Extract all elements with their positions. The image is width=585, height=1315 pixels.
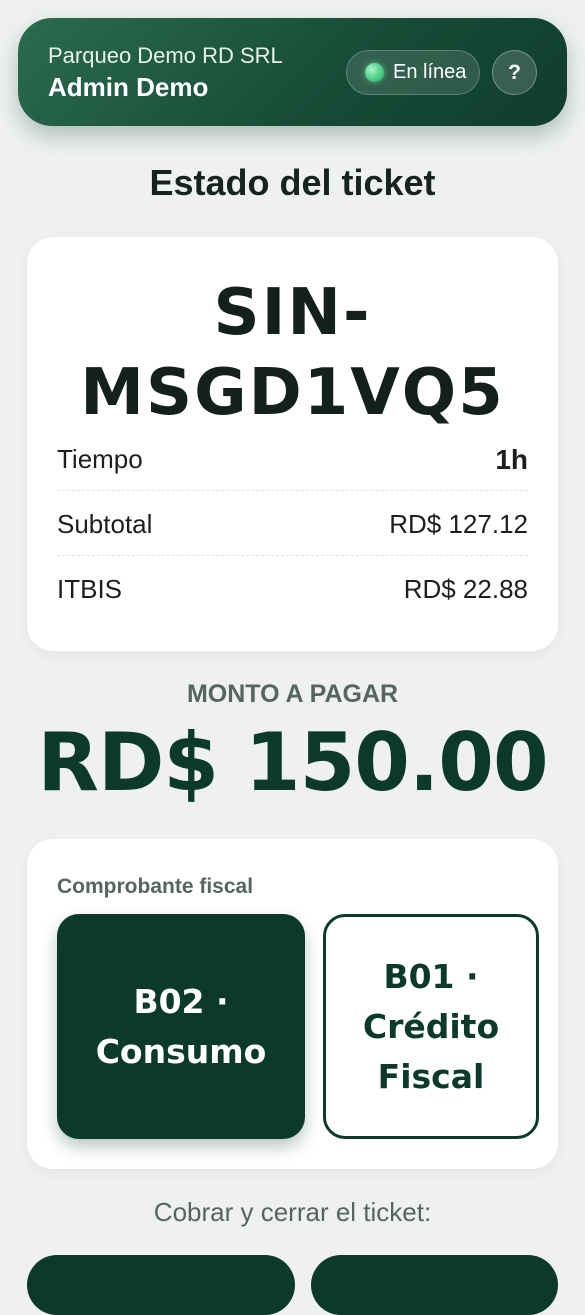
payment-method-button[interactable] [27,1255,295,1315]
ticket-row-itbis: ITBIS RD$ 22.88 [57,558,528,620]
row-label: ITBIS [57,573,123,604]
row-value: RD$ 22.88 [403,573,528,604]
fiscal-option-b02-consumo[interactable]: B02 · Consumo [57,914,305,1139]
amount-label: MONTO A PAGAR [186,680,399,708]
ticket-card: SIN- MSGD1VQ5 Tiempo 1h Subtotal RD$ 127… [27,237,558,651]
fiscal-option-text: B01 · Crédito Fiscal [363,952,499,1102]
row-value: 1h [495,443,528,475]
collect-label: Cobrar y cerrar el ticket: [153,1197,432,1227]
ticket-row-subtotal: Subtotal RD$ 127.12 [57,494,528,556]
fiscal-receipt-card: Comprobante fiscal B02 · Consumo B01 · C… [27,839,558,1169]
fiscal-option-b01-credito-fiscal[interactable]: B01 · Crédito Fiscal [323,914,539,1139]
connection-status-label: En línea [393,61,467,83]
user-name: Admin Demo [48,72,209,102]
fiscal-option-text: B02 · Consumo [96,977,267,1077]
option-line: B02 · [133,981,229,1021]
fiscal-receipt-label: Comprobante fiscal [57,875,254,898]
option-line: B01 · [383,956,479,996]
online-dot-icon [365,63,384,82]
option-line: Fiscal [377,1056,485,1096]
ticket-code-line2: MSGD1VQ5 [80,356,505,430]
ticket-code-line1: SIN- [213,276,372,350]
ticket-code: SIN- MSGD1VQ5 [47,273,538,433]
row-label: Tiempo [57,444,143,474]
ticket-row-time: Tiempo 1h [57,429,528,491]
connection-status-badge: En línea [346,50,480,95]
payment-method-button[interactable] [311,1255,558,1315]
help-button[interactable]: ? [492,50,537,95]
page-title: Estado del ticket [149,162,436,203]
app-header: Parqueo Demo RD SRL Admin Demo En línea … [18,18,567,126]
help-icon: ? [508,60,521,84]
row-label: Subtotal [57,509,153,539]
option-line: Consumo [95,1031,267,1071]
company-name: Parqueo Demo RD SRL [48,43,283,68]
row-value: RD$ 127.12 [389,509,528,539]
amount-value: RD$ 150.00 [37,716,548,809]
option-line: Crédito [362,1006,500,1046]
